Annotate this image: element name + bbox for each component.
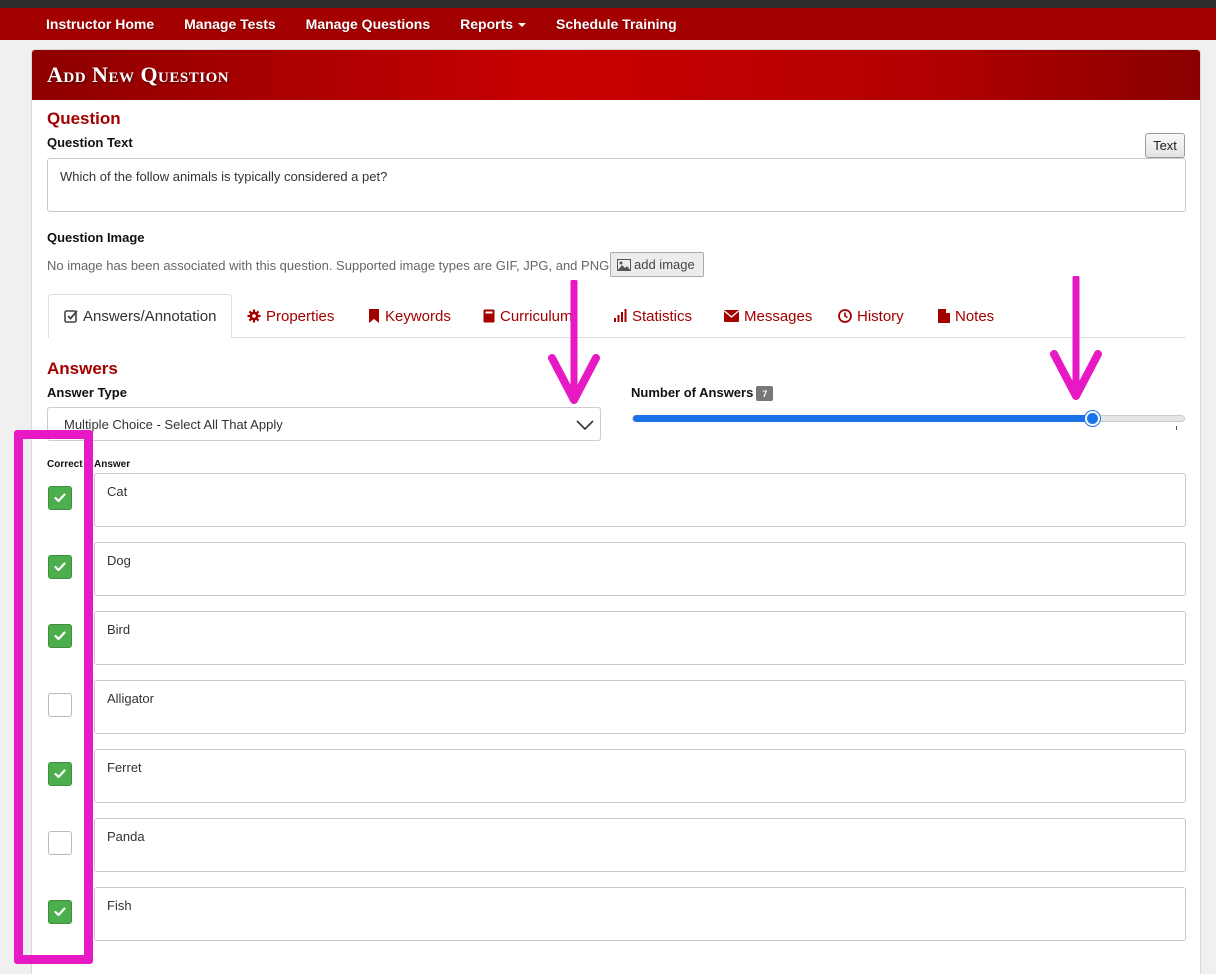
nav-reports-label: Reports [460, 16, 514, 32]
page-title: Add New Question [47, 62, 230, 87]
number-of-answers-label: Number of Answers 7 [631, 385, 774, 402]
nav-manage-tests[interactable]: Manage Tests [184, 16, 276, 32]
answer-input[interactable]: Dog [94, 542, 1186, 596]
nav-schedule-training[interactable]: Schedule Training [556, 16, 677, 32]
answer-type-select[interactable]: Multiple Choice - Select All That Apply [47, 407, 601, 441]
slider-fill [633, 415, 1092, 422]
tab-properties[interactable]: Properties [247, 294, 334, 338]
question-text-input[interactable]: Which of the follow animals is typically… [47, 158, 1186, 212]
tab-statistics[interactable]: Statistics [613, 294, 692, 338]
tab-label: History [857, 307, 904, 325]
tab-messages[interactable]: Messages [724, 294, 812, 338]
number-of-answers-text: Number of Answers [631, 385, 754, 400]
tab-label: Notes [955, 307, 995, 325]
correct-checkbox[interactable] [48, 624, 72, 648]
tab-label: Messages [744, 307, 813, 325]
nav-reports-dropdown[interactable]: Reports [460, 16, 527, 32]
bookmark-icon [369, 309, 379, 323]
question-text-label: Question Text [47, 135, 133, 150]
gear-icon [247, 309, 261, 323]
caret-down-icon [518, 23, 527, 28]
tab-label: Curriculum [500, 307, 573, 325]
tab-label: Answers/Annotation [83, 307, 217, 325]
correct-checkbox[interactable] [48, 693, 72, 717]
checkmark-icon [54, 769, 66, 779]
answer-type-value: Multiple Choice - Select All That Apply [64, 416, 283, 432]
correct-checkbox[interactable] [48, 831, 72, 855]
check-square-icon [64, 310, 78, 323]
checkmark-icon [54, 631, 66, 641]
envelope-icon [724, 310, 739, 322]
answer-type-label: Answer Type [47, 385, 127, 400]
question-image-label: Question Image [47, 230, 145, 245]
checkmark-icon [54, 907, 66, 917]
checkmark-icon [54, 562, 66, 572]
answer-input[interactable]: Bird [94, 611, 1186, 665]
bar-chart-icon [614, 309, 627, 322]
add-question-panel: Add New Question Question Question Text … [31, 49, 1201, 974]
add-image-label: add image [634, 257, 695, 272]
add-image-button[interactable]: add image [610, 252, 704, 277]
book-icon [483, 309, 495, 323]
nav-instructor-home[interactable]: Instructor Home [46, 16, 154, 32]
panel-header: Add New Question [32, 50, 1200, 100]
tab-label: Keywords [385, 307, 451, 325]
answer-input[interactable]: Fish [94, 887, 1186, 941]
clock-icon [838, 309, 852, 323]
answer-input[interactable]: Panda [94, 818, 1186, 872]
answers-section-title: Answers [47, 359, 118, 378]
correct-checkbox[interactable] [48, 555, 72, 579]
main-navbar: Instructor Home Manage Tests Manage Ques… [0, 8, 1216, 40]
answer-input[interactable]: Alligator [94, 680, 1186, 734]
number-of-answers-slider[interactable] [632, 411, 1185, 426]
correct-checkbox[interactable] [48, 900, 72, 924]
nav-manage-questions[interactable]: Manage Questions [306, 16, 430, 32]
image-note: No image has been associated with this q… [47, 258, 613, 273]
slider-end-tick [1176, 426, 1177, 430]
chevron-down-icon [576, 420, 594, 430]
text-mode-button[interactable]: Text [1145, 133, 1185, 158]
correct-checkbox[interactable] [48, 486, 72, 510]
slider-handle[interactable] [1084, 411, 1100, 426]
question-section-title: Question [47, 109, 121, 128]
tab-label: Properties [266, 307, 335, 325]
correct-column-header: Correct [47, 459, 83, 470]
answer-input[interactable]: Ferret [94, 749, 1186, 803]
tab-notes[interactable]: Notes [938, 294, 994, 338]
tab-answers-annotation[interactable]: Answers/Annotation [48, 294, 233, 338]
tab-label: Statistics [632, 307, 693, 325]
answer-input[interactable]: Cat [94, 473, 1186, 527]
file-icon [938, 309, 950, 323]
tab-curriculum[interactable]: Curriculum [483, 294, 573, 338]
tab-keywords[interactable]: Keywords [368, 294, 451, 338]
answer-column-header: Answer [94, 459, 131, 470]
correct-checkbox[interactable] [48, 762, 72, 786]
tab-history[interactable]: History [838, 294, 904, 338]
checkmark-icon [54, 493, 66, 503]
top-strip [0, 0, 1216, 8]
answer-count-badge: 7 [756, 386, 774, 402]
image-icon [617, 258, 631, 271]
